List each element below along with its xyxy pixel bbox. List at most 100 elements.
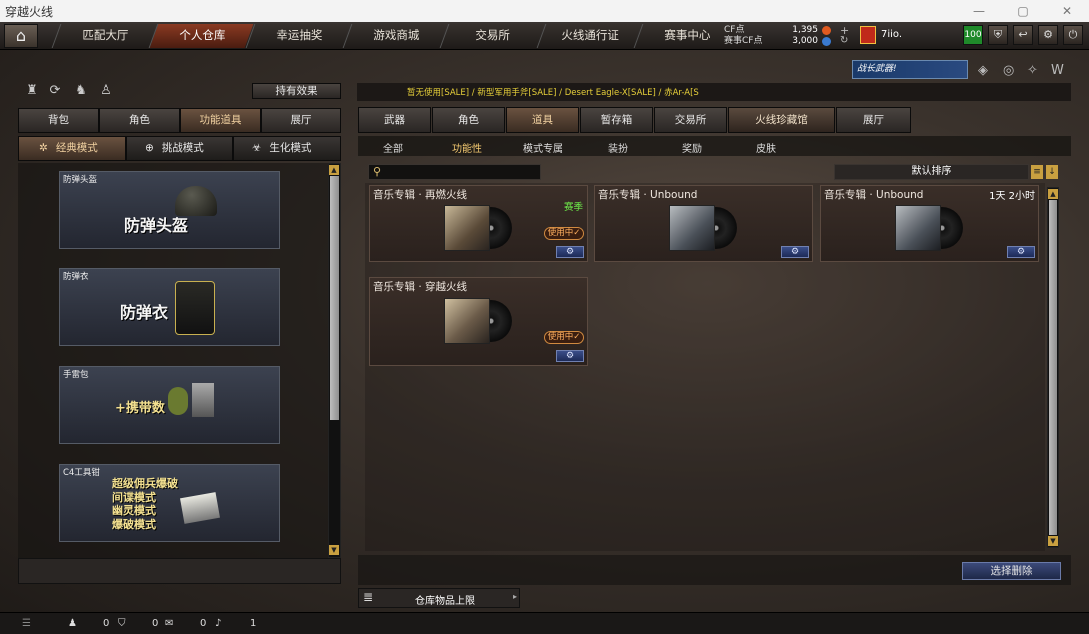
subtab-skins[interactable]: 皮肤 (736, 140, 796, 155)
capacity-bar[interactable]: ≣ 仓库物品上限 ▸ (358, 588, 520, 608)
power-icon[interactable]: ⏻ (1063, 25, 1083, 45)
slot-helmet[interactable]: 防弹头盔 防弹头盔 (59, 171, 280, 249)
search-input[interactable]: ⚲ (368, 164, 541, 180)
tab-items[interactable]: 道具 (506, 107, 579, 133)
left-scroll-down-icon[interactable]: ▼ (329, 545, 339, 555)
nav-tab-exchange[interactable]: 交易所 (439, 24, 545, 48)
return-icon[interactable]: ↩ (1013, 25, 1033, 45)
tab-exchange[interactable]: 交易所 (654, 107, 727, 133)
right-scrollbar-thumb[interactable] (1049, 200, 1057, 535)
sort-dropdown[interactable]: 默认排序 (834, 164, 1029, 180)
nav-tab-match-lobby[interactable]: 匹配大厅 (51, 24, 157, 48)
close-button[interactable]: ✕ (1045, 0, 1089, 22)
friends-icon[interactable]: ♟ (68, 618, 77, 629)
subtab-functional[interactable]: 功能性 (437, 140, 497, 155)
list-view-icon[interactable]: ≡ (1031, 165, 1043, 179)
left-scroll-up-icon[interactable]: ▲ (329, 165, 339, 175)
in-use-badge: 使用中✓ (544, 227, 584, 240)
character-icon[interactable]: ♞ (74, 84, 88, 98)
main-area: ♜ ⟳ ♞ ♙ 持有效果 战长武器! ◈ ◎ ✧ W 暂无使用[SALE] / … (0, 50, 1089, 634)
volume-icon[interactable]: ♪ (215, 618, 221, 629)
mode-challenge[interactable]: ⊕ 挑战模式 (126, 136, 233, 161)
tab-roles[interactable]: 角色 (432, 107, 505, 133)
volume-count: 1 (250, 618, 257, 629)
item-card[interactable]: 音乐专辑 · Unbound 1天 2小时 ⚙ (820, 185, 1039, 262)
home-icon[interactable]: ⌂ (4, 24, 38, 48)
slot-c4-pliers[interactable]: C4工具钳 超级佣兵爆破 间谍模式 幽灵模式 爆破模式 (59, 464, 280, 542)
subtab-rewards[interactable]: 奖励 (662, 140, 722, 155)
slot-grenade-pack[interactable]: 手雷包 +携带数 (59, 366, 280, 444)
sort-direction-icon[interactable]: ↓ (1046, 165, 1058, 179)
c4-modes: 超级佣兵爆破 间谍模式 幽灵模式 爆破模式 (112, 477, 178, 531)
menu-icon[interactable]: ☰ (22, 618, 31, 629)
album-cover (444, 298, 514, 344)
nav-tab-personal-warehouse[interactable]: 个人仓库 (148, 24, 254, 48)
player-name[interactable]: 7iio. (881, 29, 902, 40)
item-settings-icon[interactable]: ⚙ (556, 350, 584, 362)
cf-label: CF点 (724, 25, 745, 35)
maximize-button[interactable]: ▢ (1001, 0, 1045, 22)
left-scrollbar-thumb[interactable] (330, 176, 339, 420)
friends-count: 0 (103, 618, 110, 629)
item-settings-icon[interactable]: ⚙ (781, 246, 809, 258)
mode-zombie[interactable]: ☣ 生化模式 (233, 136, 341, 161)
gear-icon[interactable]: ⚙ (1038, 25, 1058, 45)
nav-tab-battle-pass[interactable]: 火线通行证 (536, 24, 642, 48)
tab-collection[interactable]: 火线珍藏馆 (728, 107, 835, 133)
nav-tab-game-store[interactable]: 游戏商城 (342, 24, 448, 48)
batch-delete-button[interactable]: 选择删除 (962, 562, 1061, 580)
cf-points-coin-icon (822, 37, 831, 46)
tab-showroom[interactable]: 展厅 (261, 108, 341, 133)
helmet-image (175, 186, 217, 216)
right-scroll-down-icon[interactable]: ▼ (1048, 536, 1058, 546)
badge-icon[interactable]: ◈ (978, 63, 988, 78)
ranking-icon[interactable]: ♜ (25, 84, 39, 98)
window-titlebar: 穿越火线 — ▢ ✕ (0, 0, 1089, 22)
capacity-label: 仓库物品上限 (415, 596, 475, 607)
tab-character[interactable]: 角色 (99, 108, 180, 133)
refresh-icon[interactable]: ↻ (840, 35, 848, 46)
album-cover (444, 205, 514, 251)
nav-tab-event-center[interactable]: 赛事中心 (633, 24, 739, 48)
right-scroll-up-icon[interactable]: ▲ (1048, 189, 1058, 199)
effect-button[interactable]: 持有效果 (252, 83, 341, 99)
in-use-badge: 使用中✓ (544, 331, 584, 344)
cycle-icon[interactable]: ⟳ (48, 84, 62, 98)
level-badge[interactable]: 100 (963, 25, 983, 45)
item-card[interactable]: 音乐专辑 · 再燃火线 赛季 使用中✓ ⚙ (369, 185, 588, 262)
target-icon[interactable]: ◎ (1003, 63, 1014, 78)
item-settings-icon[interactable]: ⚙ (1007, 246, 1035, 258)
item-card[interactable]: 音乐专辑 · 穿越火线 使用中✓ ⚙ (369, 277, 588, 366)
chat-count: 0 (200, 618, 207, 629)
album-cover (669, 205, 739, 251)
subtab-dress-up[interactable]: 装扮 (588, 140, 648, 155)
tab-right-showroom[interactable]: 展厅 (836, 107, 911, 133)
w-logo-icon[interactable]: W (1051, 63, 1064, 78)
tab-weapons[interactable]: 武器 (358, 107, 431, 133)
nav-tab-lucky-draw[interactable]: 幸运抽奖 (245, 24, 351, 48)
bag-icon[interactable]: ♙ (99, 84, 113, 98)
grenade-image (168, 387, 188, 415)
subtab-mode-exclusive[interactable]: 模式专属 (513, 140, 573, 155)
tab-backpack[interactable]: 背包 (18, 108, 99, 133)
c4-image (180, 492, 220, 524)
tab-storage[interactable]: 暂存箱 (580, 107, 653, 133)
slot-vest[interactable]: 防弹衣 防弹衣 (59, 268, 280, 346)
tab-function-items[interactable]: 功能道具 (180, 108, 261, 133)
item-settings-icon[interactable]: ⚙ (556, 246, 584, 258)
chat-icon[interactable]: ✉ (165, 618, 173, 629)
clan-count: 0 (152, 618, 159, 629)
weapon-growth-banner[interactable]: 战长武器! (852, 60, 968, 79)
subtab-all[interactable]: 全部 (363, 140, 423, 155)
clan-icon[interactable]: ⛉ (118, 618, 126, 629)
minimize-button[interactable]: — (957, 0, 1001, 22)
cf-points-value: 3,000 (792, 36, 818, 46)
feather-icon[interactable]: ✧ (1027, 63, 1038, 78)
shield-icon[interactable]: ⛨ (988, 25, 1008, 45)
left-footer (18, 558, 341, 584)
mode-classic[interactable]: ✲ 经典模式 (18, 136, 126, 161)
cf-value: 1,395 (792, 25, 818, 35)
cf-coin-icon (822, 26, 831, 35)
item-card[interactable]: 音乐专辑 · Unbound ⚙ (594, 185, 813, 262)
zombie-mode-icon: ☣ (252, 142, 262, 154)
